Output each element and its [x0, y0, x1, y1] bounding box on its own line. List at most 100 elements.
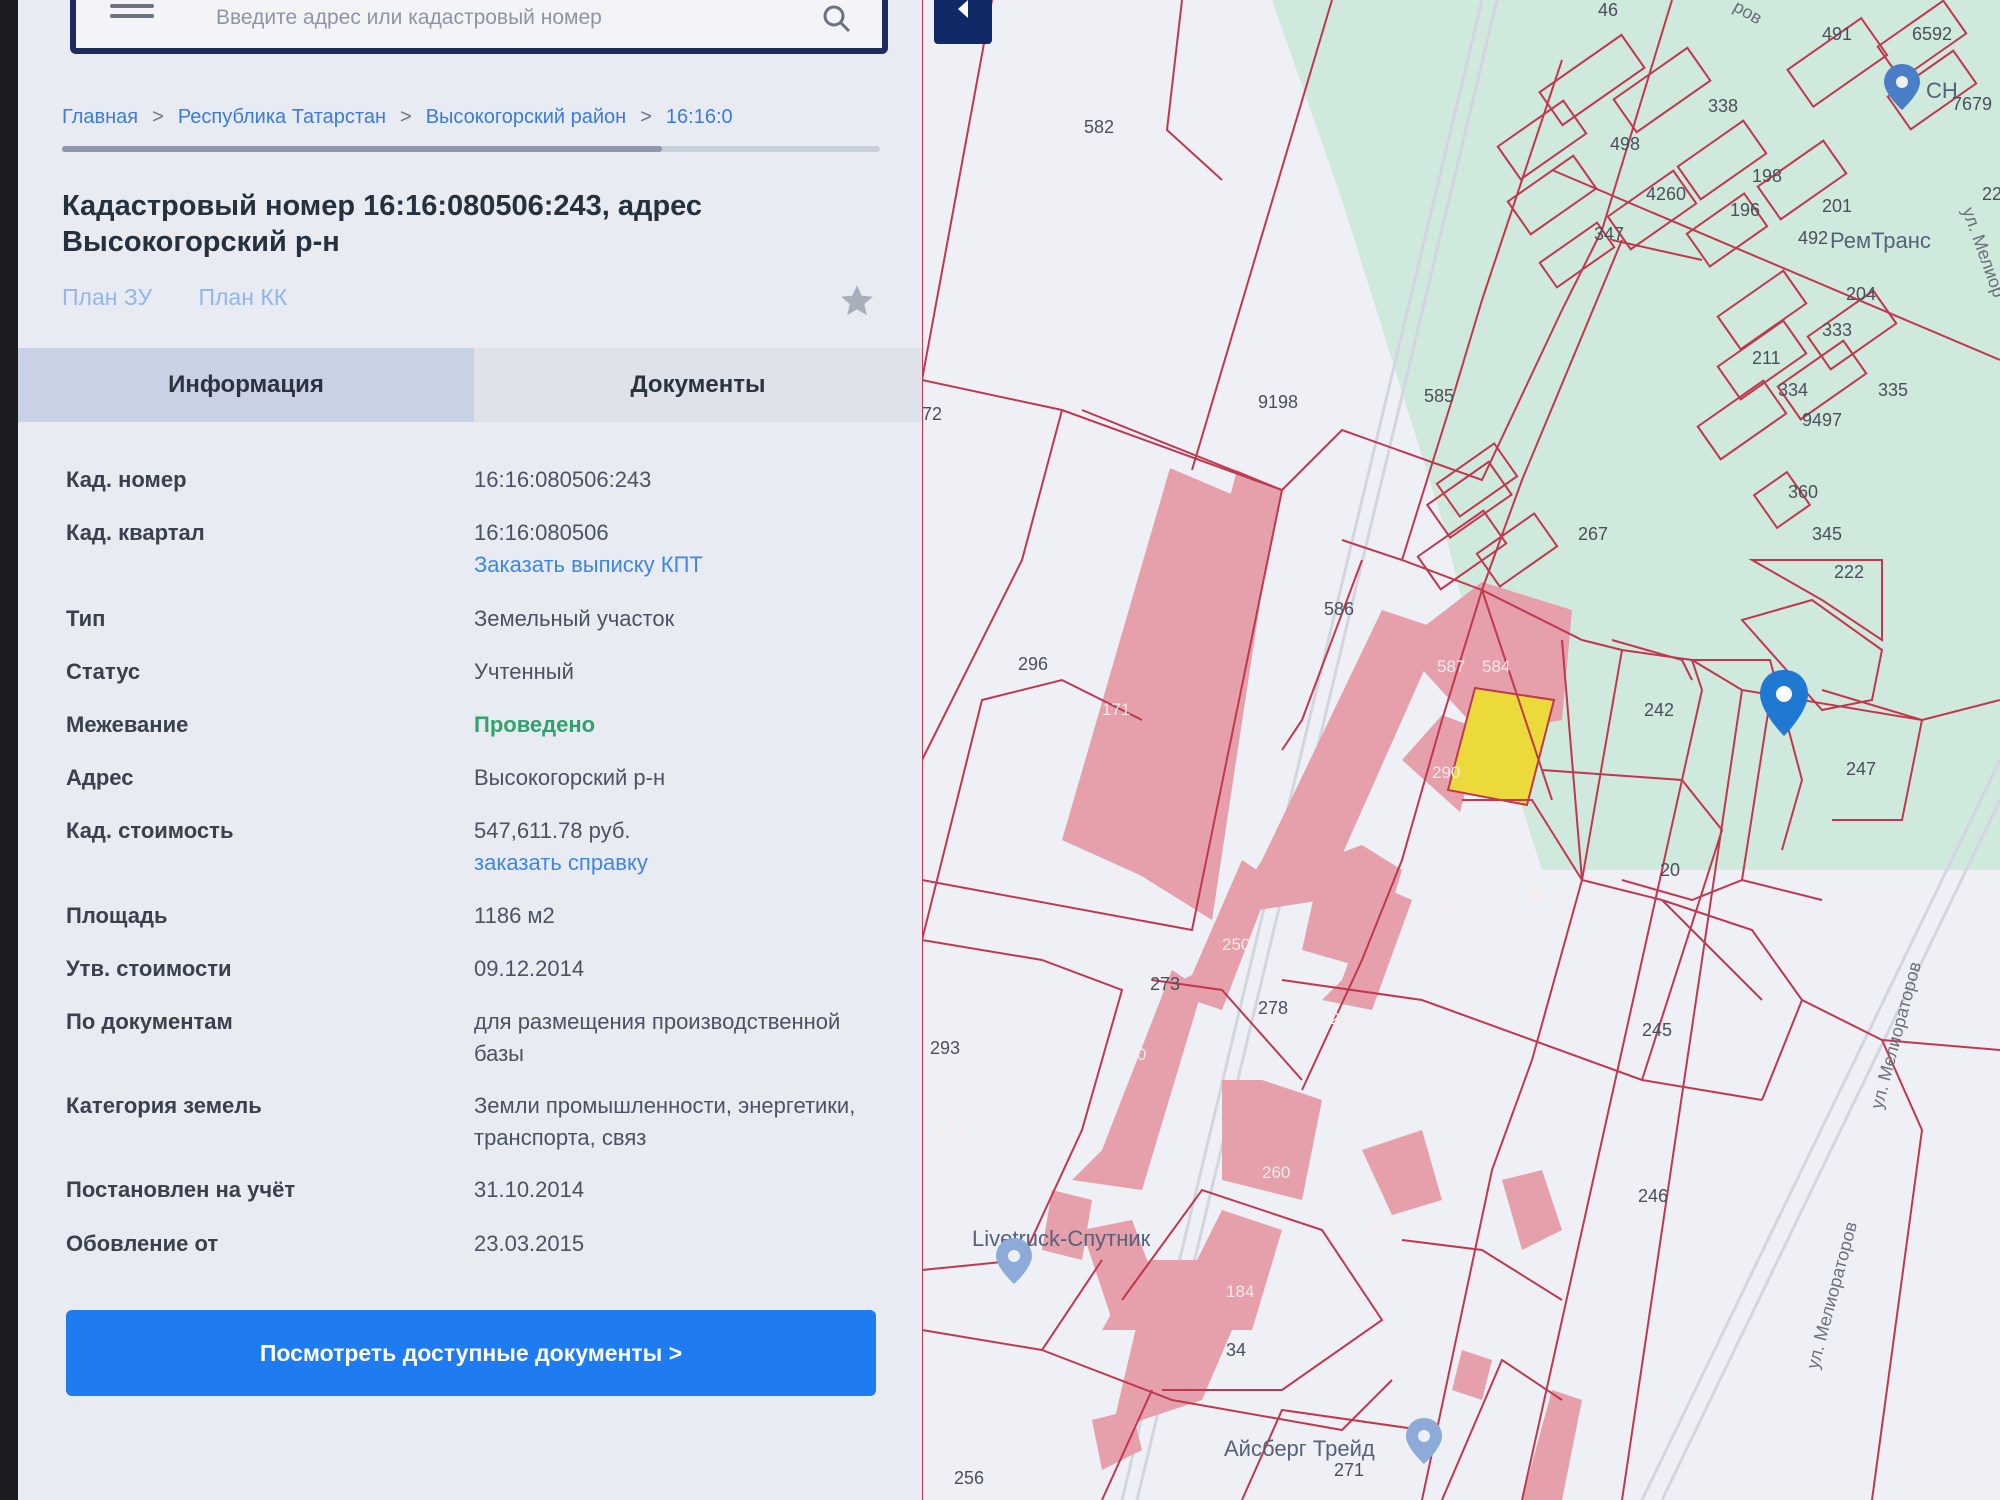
cadastral-map[interactable]: 582 9198 585 267 586 587 584 296 171 242…: [922, 0, 2000, 1500]
info-value-group: 16:16:080506 Заказать выписку КПТ: [474, 517, 894, 581]
parcel-label: 293: [930, 1038, 960, 1058]
breadcrumb: Главная > Республика Татарстан > Высокогорск…: [62, 106, 892, 136]
plan-kk-link[interactable]: План КК: [198, 284, 287, 310]
parcel-label: 22: [1982, 184, 2000, 204]
parcel-label: 211: [1752, 348, 1781, 368]
info-label: Тип: [66, 606, 106, 631]
parcel-label: 586: [1324, 599, 1354, 619]
parcel-label: 184: [1226, 1282, 1254, 1301]
parcel-label: 273: [1150, 974, 1180, 994]
parcel-label: 256: [954, 1468, 984, 1488]
parcel-label: 245: [1642, 1020, 1672, 1040]
poi-label[interactable]: РемТранс: [1830, 228, 1931, 253]
tab-bar: Информация Документы: [18, 348, 922, 422]
parcel-label: 584: [1482, 657, 1510, 676]
info-value: Проведено: [474, 712, 596, 737]
parcel-label: 46: [1598, 0, 1618, 20]
parcel-label: 267: [1578, 524, 1608, 544]
search-input[interactable]: Введите адрес или кадастровый номер: [216, 6, 602, 30]
info-value: 09.12.2014: [474, 956, 585, 981]
parcel-label: 34: [1226, 1340, 1246, 1360]
info-value: 23.03.2015: [474, 1231, 585, 1256]
info-label: Утв. стоимости: [66, 956, 232, 981]
parcel-label: 271: [1334, 1460, 1364, 1480]
menu-icon[interactable]: [110, 4, 154, 24]
info-label: Категория земель: [66, 1093, 262, 1118]
search-box[interactable]: Введите адрес или кадастровый номер: [70, 0, 888, 54]
tab-information[interactable]: Информация: [18, 348, 474, 422]
parcel-label: 200: [1118, 1045, 1146, 1064]
street-label: ул. Мелиораторов: [1867, 959, 1926, 1111]
breadcrumb-scrollbar[interactable]: [62, 146, 880, 152]
parcel-label: 246: [1638, 1186, 1668, 1206]
info-label: Кад. стоимость: [66, 818, 234, 843]
tab-documents[interactable]: Документы: [474, 348, 922, 422]
parcel-label: 283: [1330, 1009, 1358, 1028]
collapse-panel-button[interactable]: [934, 0, 992, 44]
order-certificate-link[interactable]: заказать справку: [474, 847, 894, 879]
parcel-label: 360: [1788, 482, 1818, 502]
parcel-label: 9497: [1802, 410, 1842, 430]
info-value: 1186 м2: [474, 903, 555, 928]
parcel-label: 582: [1084, 117, 1114, 137]
parcel-label: 498: [1610, 134, 1640, 154]
plan-zu-link[interactable]: План ЗУ: [62, 284, 152, 310]
parcel-label: 7679: [1952, 94, 1992, 114]
parcel-label: 585: [1424, 386, 1454, 406]
info-value: Высокогорский р-н: [474, 765, 666, 790]
parcel-label: 250: [1222, 935, 1250, 954]
poi-label[interactable]: СН: [1926, 78, 1958, 103]
parcel-label: 587: [1437, 657, 1465, 676]
parcel-label: 9198: [1258, 392, 1298, 412]
search-icon[interactable]: [822, 4, 852, 34]
breadcrumb-region[interactable]: Республика Татарстан: [178, 106, 386, 128]
parcel-label: 196: [1730, 200, 1760, 220]
poi-label[interactable]: Айсберг Трейд: [1224, 1436, 1375, 1461]
parcel-label: 345: [1812, 524, 1842, 544]
parcel-label: 491: [1822, 24, 1852, 44]
page-title: Кадастровый номер 16:16:080506:243, адре…: [62, 190, 703, 258]
info-label: По документам: [66, 1009, 233, 1034]
info-label: Площадь: [66, 903, 168, 928]
info-label: Адрес: [66, 765, 134, 790]
poi-marker-icon[interactable]: [996, 1238, 1032, 1284]
info-value-group: 547,611.78 руб. заказать справку: [474, 815, 894, 879]
info-value: 547,611.78 руб.: [474, 818, 631, 843]
parcel-label: 264: [1430, 895, 1458, 914]
parcel-label: 247: [1846, 759, 1876, 779]
info-label: Кад. квартал: [66, 520, 205, 545]
parcel-label: 492: [1798, 228, 1828, 248]
info-label: Кад. номер: [66, 467, 187, 492]
parcel-label: 242: [1644, 700, 1674, 720]
info-value: для размещения производственной базы: [474, 1009, 841, 1066]
info-value: Учтенный: [474, 659, 574, 684]
plan-links: План ЗУ План КК: [62, 284, 327, 311]
parcel-label: 6592: [1912, 24, 1952, 44]
parcel-label: 198: [1752, 166, 1782, 186]
parcel-label: 204: [1846, 284, 1876, 304]
parcel-label: 259: [1368, 1217, 1396, 1236]
parcel-label: 338: [1708, 96, 1738, 116]
parcel-label: 255: [1640, 1395, 1668, 1414]
breadcrumb-separator: >: [400, 106, 412, 128]
chevron-left-icon: [958, 0, 968, 18]
breadcrumb-separator: >: [640, 106, 652, 128]
info-label: Статус: [66, 659, 141, 684]
info-value: Земли промышленности, энергетики, трансп…: [474, 1093, 856, 1150]
poi-marker-icon[interactable]: [1406, 1418, 1442, 1464]
map-canvas[interactable]: 582 9198 585 267 586 587 584 296 171 242…: [922, 0, 2000, 1500]
info-label: Обовление от: [66, 1231, 219, 1256]
info-label: Межевание: [66, 712, 189, 737]
parcel-label: 334: [1778, 380, 1808, 400]
view-documents-button[interactable]: Посмотреть доступные документы >: [66, 1310, 876, 1396]
breadcrumb-home[interactable]: Главная: [62, 106, 138, 128]
parcel-label: 296: [1018, 654, 1048, 674]
order-kpt-link[interactable]: Заказать выписку КПТ: [474, 549, 894, 581]
breadcrumb-district[interactable]: Высокогорский район: [426, 106, 627, 128]
star-icon[interactable]: [838, 282, 876, 320]
street-label: ул. Мелиораторов: [1803, 1219, 1862, 1371]
breadcrumb-current[interactable]: 16:16:0: [666, 106, 733, 128]
parcel-label: 72: [922, 404, 942, 424]
info-label: Постановлен на учёт: [66, 1177, 296, 1202]
info-value: 16:16:080506: [474, 520, 609, 545]
